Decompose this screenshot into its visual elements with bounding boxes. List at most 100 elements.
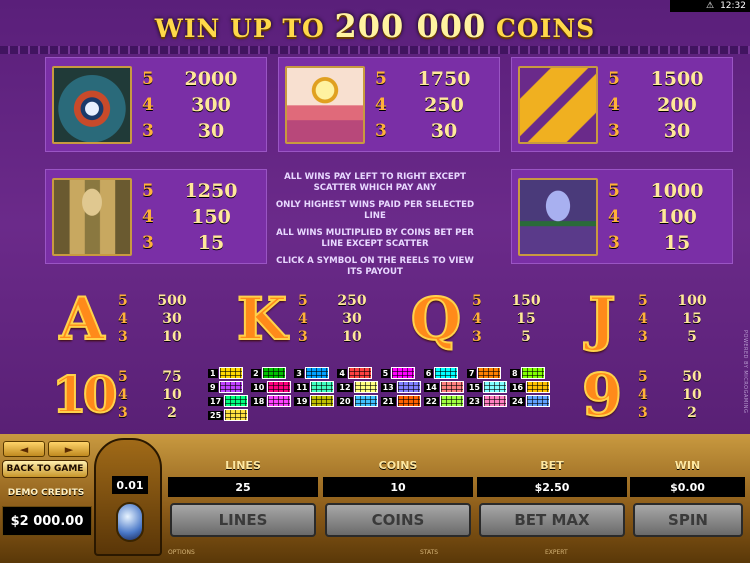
payline-diagram: 8 [509, 367, 550, 379]
payline-diagram: 13 [380, 381, 421, 393]
payline-diagram: 9 [208, 381, 248, 393]
payline-number: 19 [294, 396, 310, 406]
payline-diagram: 2 [251, 367, 291, 379]
payline-number: 7 [466, 368, 477, 378]
payline-pattern-icon [439, 381, 464, 393]
payline-diagram: 6 [423, 367, 464, 379]
payline-pattern-icon [218, 367, 243, 379]
letter-symbol-q[interactable]: Q 5 150 4 15 35 [406, 285, 566, 356]
payline-number: 15 [466, 382, 482, 392]
payline-diagram: 7 [466, 367, 507, 379]
payline-pattern-icon [391, 367, 416, 379]
payline-pattern-icon [267, 381, 292, 393]
payline-pattern-icon [396, 395, 421, 407]
payline-diagram: 1 [208, 367, 248, 379]
payline-number: 1 [208, 368, 218, 378]
payline-diagram: 3 [294, 367, 334, 379]
payline-pattern-icon [348, 367, 372, 379]
expert-link[interactable]: EXPERT [545, 549, 568, 556]
payline-number: 24 [509, 396, 526, 406]
next-page-button[interactable]: ► [48, 441, 90, 457]
payline-number: 18 [251, 396, 267, 406]
rule-text: CLICK A SYMBOL ON THE REELS TO VIEW ITS … [276, 256, 474, 277]
payline-number: 20 [337, 396, 353, 406]
payline-pattern-icon [353, 395, 378, 407]
payline-pattern-icon [482, 395, 507, 407]
paytable-rules: ALL WINS PAY LEFT TO RIGHT EXCEPT SCATTE… [270, 172, 480, 284]
payline-pattern-icon [434, 367, 459, 379]
symbol-card-lotus[interactable]: 5 1000 4 100 3 15 [511, 169, 733, 264]
payline-number: 2 [251, 368, 261, 378]
letter-glyph: 10 [51, 364, 119, 425]
letter-glyph: A [58, 285, 105, 353]
options-link[interactable]: OPTIONS [168, 549, 195, 556]
letter-glyph: K [236, 285, 288, 353]
title-banner: WIN UP TO 200 000 COINS [0, 6, 750, 46]
paytable-rows: 5 100 4 15 35 [638, 293, 707, 345]
payline-number: 11 [294, 382, 310, 392]
payline-diagram: 21 [380, 395, 421, 407]
lotus-flower-icon [518, 178, 598, 256]
payline-diagram: 19 [294, 395, 335, 407]
bet-max-button[interactable]: BET MAX [479, 503, 625, 537]
letter-glyph: 9 [581, 361, 623, 429]
letter-glyph: Q [410, 285, 463, 353]
canopic-jars-icon [52, 178, 132, 256]
coins-button[interactable]: COINS [325, 503, 471, 537]
payline-pattern-icon [482, 381, 507, 393]
provider-tag: POWERED BY MICROGAMING [742, 330, 748, 414]
letter-symbol-10[interactable]: 10 5 75 4 10 32 [51, 362, 212, 432]
spin-button[interactable]: SPIN [633, 503, 743, 537]
coins-value: 10 [323, 477, 473, 497]
letter-symbol-a[interactable]: A 5 500 4 30 3 10 [52, 285, 212, 356]
decorative-frieze [0, 46, 750, 54]
paytable-rows: 5 50 4 10 32 [638, 369, 702, 421]
payline-pattern-icon [218, 381, 243, 393]
symbol-card-sun[interactable]: 5 1750 4 250 3 30 [278, 57, 500, 152]
symbol-card-jars[interactable]: 5 1250 4 150 3 15 [45, 169, 267, 264]
symbol-card-eye[interactable]: 5 2000 4 300 3 30 [45, 57, 267, 152]
payline-diagram: 22 [423, 395, 464, 407]
paytable-rows: 5 250 4 30 3 10 [298, 293, 367, 345]
payline-number: 6 [423, 368, 434, 378]
payline-number: 4 [337, 368, 347, 378]
paytable-rows: 5 500 4 30 3 10 [118, 293, 187, 345]
payline-number: 5 [380, 368, 391, 378]
payline-pattern-icon [477, 367, 502, 379]
letter-symbol-9[interactable]: 9 5 50 4 10 32 [572, 361, 732, 432]
payline-pattern-icon [310, 381, 335, 393]
payline-diagram: 10 [251, 381, 292, 393]
stats-link[interactable]: STATS [420, 549, 438, 556]
eye-of-horus-icon [52, 66, 132, 144]
rule-text: ONLY HIGHEST WINS PAID PER SELECTED LINE [275, 200, 475, 221]
letter-symbol-k[interactable]: K 5 250 4 30 3 10 [232, 285, 392, 356]
paytable-rows: 5 1250 4 150 3 15 [142, 180, 238, 254]
paytable-rows: 5 1500 4 200 3 30 [608, 68, 704, 142]
payline-pattern-icon [261, 367, 286, 379]
payline-diagram: 11 [294, 381, 335, 393]
bet-label: BET [540, 459, 564, 472]
title-suffix: COINS [495, 14, 596, 43]
letter-symbol-j[interactable]: J 5 100 4 15 35 [572, 285, 732, 356]
coin-orb-icon[interactable] [116, 502, 144, 542]
payline-number: 14 [423, 382, 439, 392]
lines-value: 25 [168, 477, 318, 497]
payline-diagram: 16 [509, 381, 551, 393]
payline-number: 12 [337, 382, 353, 392]
back-to-game-button[interactable]: BACK TO GAME [2, 460, 88, 478]
payline-diagram: 5 [380, 367, 421, 379]
lines-button[interactable]: LINES [170, 503, 316, 537]
payline-diagrams: 1 2 3 4 5 6 7 8 9 10 11 12 13 14 15 16 17 18 19 20 21 22 23 24 2… [208, 367, 551, 421]
letter-glyph: J [587, 285, 616, 353]
symbol-card-wings[interactable]: 5 1500 4 200 3 30 [511, 57, 733, 152]
payline-pattern-icon [439, 395, 464, 407]
payline-number: 13 [380, 382, 396, 392]
payline-pattern-icon [396, 381, 421, 393]
prev-page-button[interactable]: ◄ [3, 441, 45, 457]
payline-pattern-icon [520, 367, 545, 379]
arrow-left-icon: ◄ [19, 442, 29, 456]
payline-diagram: 24 [509, 395, 551, 407]
payline-pattern-icon [310, 395, 335, 407]
payline-number: 16 [509, 382, 526, 392]
coin-size-selector[interactable]: 0.01 [94, 438, 162, 556]
